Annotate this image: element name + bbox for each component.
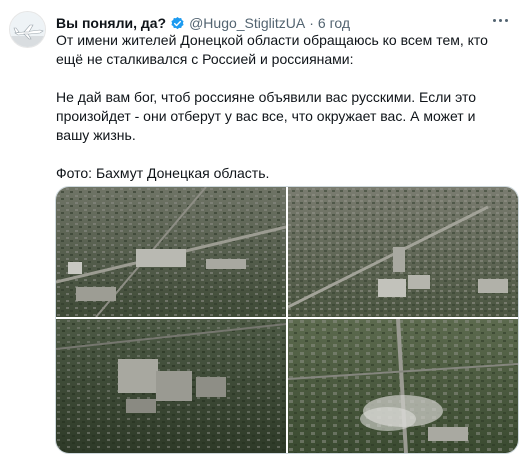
tweet-paragraph: Фото: Бахмут Донецкая область. <box>56 165 270 181</box>
verified-badge-icon <box>170 16 185 31</box>
author-handle[interactable]: @Hugo_StiglitzUA <box>189 15 305 31</box>
tweet-paragraph: Не дай вам бог, чтоб россияне объявили в… <box>56 89 476 143</box>
author-name[interactable]: Вы поняли, да? <box>56 15 166 31</box>
separator-dot: · <box>309 15 314 31</box>
tweet-header: Вы поняли, да? @Hugo_StiglitzUA · 6 год <box>56 13 490 33</box>
photo-3[interactable] <box>56 319 286 453</box>
media-grid <box>55 186 519 454</box>
airplane-avatar-icon <box>10 12 45 47</box>
avatar[interactable] <box>9 11 46 48</box>
tweet-paragraph: От имени жителей Донецкой области обраща… <box>56 32 488 67</box>
timestamp[interactable]: 6 год <box>318 15 350 31</box>
more-options-icon[interactable] <box>490 12 510 28</box>
photo-4[interactable] <box>288 319 518 453</box>
tweet-text: От имени жителей Донецкой области обраща… <box>56 31 511 183</box>
photo-2[interactable] <box>288 187 518 317</box>
tweet[interactable]: Вы поняли, да? @Hugo_StiglitzUA · 6 год … <box>0 0 520 454</box>
photo-1[interactable] <box>56 187 286 317</box>
